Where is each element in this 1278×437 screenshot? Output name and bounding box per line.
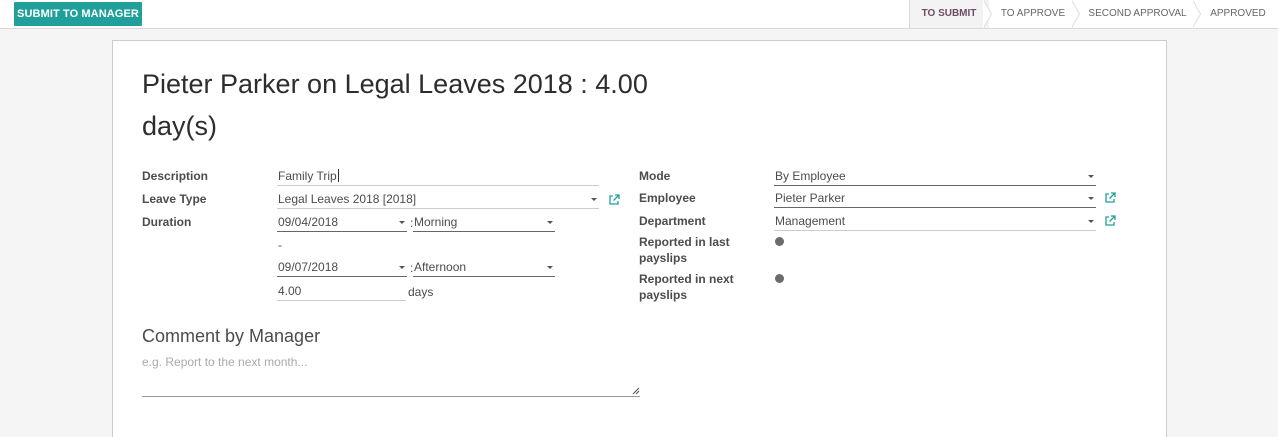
stage-arrow-inner	[1192, 0, 1200, 28]
text-cursor	[337, 169, 339, 182]
reported-next-checkbox[interactable]	[775, 274, 784, 283]
period-from-select[interactable]: Morning	[413, 213, 555, 232]
description-value: Family Trip	[278, 169, 337, 183]
department-value: Management	[775, 214, 846, 228]
stage-divider	[909, 0, 910, 28]
employee-value: Pieter Parker	[775, 191, 846, 205]
status-bar: SUBMIT TO MANAGER TO SUBMIT TO APPROVE S…	[0, 0, 1278, 29]
submit-to-manager-button[interactable]: SUBMIT TO MANAGER	[14, 2, 142, 26]
description-label: Description	[142, 169, 209, 183]
stage-to-approve[interactable]: TO APPROVE	[989, 0, 1077, 28]
days-unit: days	[408, 285, 434, 299]
external-link-icon[interactable]	[1104, 192, 1116, 204]
date-from-input[interactable]: 09/04/2018	[277, 213, 407, 232]
page-title: Pieter Parker on Legal Leaves 2018 : 4.0…	[142, 69, 648, 141]
department-select[interactable]: Management	[774, 212, 1096, 231]
chevron-down-icon	[1088, 197, 1094, 200]
chevron-down-icon	[1088, 220, 1094, 223]
comment-section-title: Comment by Manager	[142, 326, 321, 346]
reported-last-checkbox[interactable]	[775, 237, 784, 246]
external-link-icon[interactable]	[608, 194, 620, 206]
description-input[interactable]: Family Trip	[277, 167, 599, 186]
chevron-down-icon	[547, 266, 553, 269]
employee-label: Employee	[639, 191, 696, 205]
date-from-value: 09/04/2018	[278, 215, 339, 229]
chevron-down-icon	[547, 221, 553, 224]
reported-last-label: Reported in last payslips	[639, 235, 730, 265]
date-to-value: 09/07/2018	[278, 260, 339, 274]
stage-second-approval[interactable]: SECOND APPROVAL	[1077, 0, 1198, 28]
days-value: 4.00	[278, 284, 302, 298]
period-from-value: Morning	[414, 215, 458, 229]
chevron-down-icon	[399, 266, 405, 269]
chevron-down-icon	[591, 198, 597, 201]
comment-textarea[interactable]: e.g. Report to the next month...	[142, 349, 640, 397]
leave-type-value: Legal Leaves 2018 [2018]	[278, 192, 417, 206]
stage-arrow-inner	[983, 0, 991, 28]
comment-placeholder: e.g. Report to the next month...	[142, 355, 308, 369]
employee-select[interactable]: Pieter Parker	[774, 189, 1096, 208]
stage-approved[interactable]: APPROVED	[1198, 0, 1278, 28]
duration-label: Duration	[142, 215, 192, 229]
period-to-value: Afternoon	[414, 260, 467, 274]
period-to-select[interactable]: Afternoon	[413, 258, 555, 277]
chevron-down-icon	[399, 221, 405, 224]
chevron-down-icon	[1088, 175, 1094, 178]
stage-arrow-inner	[1071, 0, 1079, 28]
mode-value: By Employee	[775, 169, 846, 183]
mode-label: Mode	[639, 169, 671, 183]
resize-handle-icon[interactable]	[632, 387, 640, 395]
days-input[interactable]: 4.00	[277, 282, 406, 301]
leave-type-label: Leave Type	[142, 192, 207, 206]
external-link-icon[interactable]	[1104, 215, 1116, 227]
reported-next-label: Reported in next payslips	[639, 272, 734, 302]
form-sheet: Pieter Parker on Legal Leaves 2018 : 4.0…	[112, 40, 1167, 437]
date-to-input[interactable]: 09/07/2018	[277, 258, 407, 277]
stage-to-submit[interactable]: TO SUBMIT	[909, 0, 989, 28]
mode-select[interactable]: By Employee	[774, 167, 1096, 186]
date-range-dash: -	[278, 238, 282, 252]
leave-type-select[interactable]: Legal Leaves 2018 [2018]	[277, 190, 599, 209]
department-label: Department	[639, 214, 706, 228]
